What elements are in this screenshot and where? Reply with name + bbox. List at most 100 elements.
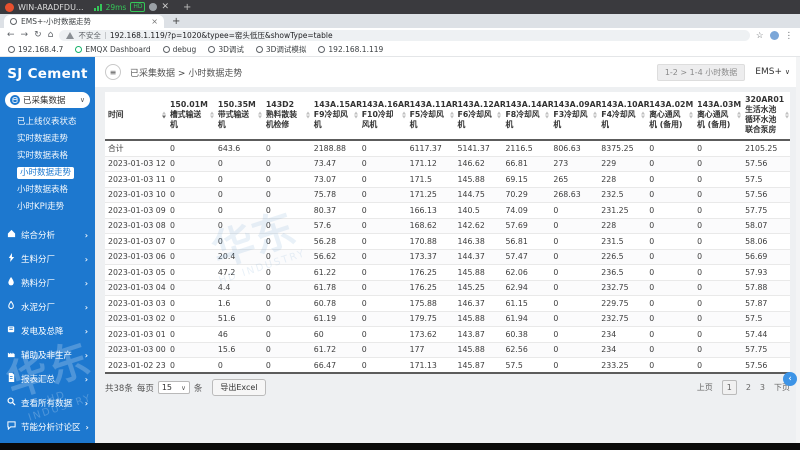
forward-icon[interactable]: → [21, 31, 29, 40]
column-header-label: 150.01M 槽式输送机 [170, 100, 208, 130]
bookmark-star-icon[interactable]: ☆ [756, 31, 764, 41]
sidebar-subitem-实时数据表格[interactable]: 实时数据表格 [17, 148, 95, 165]
sort-icon[interactable] [162, 111, 166, 119]
collapse-panel-button[interactable]: ‹ [783, 372, 797, 386]
user-menu[interactable]: EMS+ ∨ [755, 67, 790, 77]
scrollbar[interactable] [796, 57, 800, 443]
sidebar-item-节能分析讨论区[interactable]: 节能分析讨论区 › [0, 415, 95, 439]
table-cell: 69.15 [502, 171, 551, 188]
sidebar-toggle-icon[interactable]: ≡ [105, 64, 121, 80]
table-row: 2023-01-03 07 0 0 0 56.28 0 170.88 146.38 56.81 0… [105, 233, 790, 250]
range-selector-chip[interactable]: 1-2 > 1-4 小时数据 [656, 63, 746, 81]
table-cell: 0 [694, 249, 743, 265]
sort-icon[interactable] [209, 111, 214, 119]
sidebar-subitem-已上线仪表状态[interactable]: 已上线仪表状态 [17, 114, 95, 131]
home-icon[interactable]: ⌂ [48, 31, 54, 40]
column-header-sort[interactable]: 320AR01 生活水池循环水池联合泵房 [742, 92, 790, 141]
bookmark-item[interactable]: 192.168.4.7 [8, 45, 63, 54]
bookmark-item[interactable]: 3D调试模拟 [255, 44, 306, 55]
sort-icon[interactable] [545, 111, 550, 119]
column-header-label: 143A.16AR F10冷却风机 [361, 100, 410, 130]
sidebar-group-collected-data[interactable]: 已采集数据 ∨ [5, 92, 90, 108]
browser-menu-icon[interactable]: ⋮ [785, 31, 794, 41]
column-header-sort[interactable]: 143A.15AR F9冷却风机 [310, 92, 362, 141]
column-header-sort[interactable]: 150.35M 带式输送机 [214, 92, 263, 141]
column-header-sort[interactable]: 143A.11AR F5冷却风机 [406, 92, 458, 141]
chevron-right-icon: › [84, 302, 88, 312]
sort-icon[interactable] [449, 111, 454, 119]
table-cell: 0 [358, 295, 407, 312]
per-page-select[interactable]: 15 ∨ [157, 381, 190, 394]
sidebar-item-报表汇总[interactable]: 报表汇总 › [0, 367, 95, 391]
browser-tab[interactable]: EMS+-小时数据走势 × [4, 15, 164, 28]
table-cell: 228 [598, 218, 647, 234]
sidebar-item-水泥分厂[interactable]: 水泥分厂 › [0, 295, 95, 319]
table-cell: 2023-01-03 02 [105, 311, 167, 327]
table-cell: 58.07 [742, 218, 790, 234]
sort-icon[interactable] [785, 111, 789, 119]
sort-icon[interactable] [401, 111, 406, 119]
column-header-sort[interactable]: 时间 [105, 92, 167, 141]
sort-icon[interactable] [305, 111, 310, 119]
column-header-sort[interactable]: 143A.10AR F4冷却风机 [598, 92, 650, 141]
table-cell: 57.44 [742, 326, 790, 343]
sidebar-item-发电及总降[interactable]: 发电及总降 › [0, 319, 95, 343]
bookmark-item[interactable]: debug [162, 45, 196, 54]
export-excel-button[interactable]: 导出Excel [212, 379, 266, 396]
water-icon [7, 300, 16, 313]
report-icon [7, 373, 16, 385]
new-session-button[interactable]: + [183, 2, 191, 13]
sidebar-item-查看所有数据[interactable]: 查看所有数据 › [0, 391, 95, 415]
profile-avatar[interactable] [769, 31, 779, 40]
reload-icon[interactable]: ↻ [34, 31, 42, 40]
tab-close-icon[interactable]: × [151, 17, 158, 26]
column-header-sort[interactable]: 150.01M 槽式输送机 [167, 92, 215, 141]
column-header-sort[interactable]: 143A.12AR F6冷却风机 [454, 92, 506, 141]
sidebar-subitem-小时数据表格[interactable]: 小时数据表格 [17, 182, 95, 199]
app-viewport: SJ Cement 已采集数据 ∨ 已上线仪表状态 实时数据走势 实时数据表格 小时数… [0, 57, 800, 443]
sort-icon[interactable] [353, 111, 358, 119]
table-cell: 0 [646, 264, 695, 281]
sidebar-item-生料分厂[interactable]: 生料分厂 › [0, 247, 95, 271]
sidebar-item-熟料分厂[interactable]: 熟料分厂 › [0, 271, 95, 295]
sort-icon[interactable] [689, 111, 694, 119]
sort-icon[interactable] [497, 111, 502, 119]
sort-icon[interactable] [257, 111, 262, 119]
table-row-total: 合计 0 643.6 0 2188.88 0 6117.37 5141.37 2116.5 806… [105, 139, 790, 157]
table-cell: 57.6 [310, 218, 359, 234]
back-icon[interactable]: ← [7, 31, 15, 40]
column-header-sort[interactable]: 143D2 熟料散装机检修 [262, 92, 311, 141]
column-header-sort[interactable]: 143A.09AR F3冷却风机 [550, 92, 602, 141]
table-cell: 62.06 [502, 264, 551, 281]
bookmark-item[interactable]: 3D调试 [208, 44, 244, 55]
page-button-3[interactable]: 3 [760, 383, 765, 392]
bookmark-item[interactable]: 192.168.1.119 [318, 45, 383, 54]
column-header-sort[interactable]: 143A.14AR F8冷却风机 [502, 92, 554, 141]
sidebar-subitem-实时数据走势[interactable]: 实时数据走势 [17, 131, 95, 148]
column-header-sort[interactable]: 143A.03M 离心通风机 (备用) [694, 92, 743, 141]
page-button-1[interactable]: 1 [721, 380, 737, 395]
column-header-sort[interactable]: 143A.02M 离心通风机 (备用) [646, 92, 695, 141]
address-bar[interactable]: 不安全 192.168.1.119/?p=1020&typee=窑头低压&sho… [59, 30, 750, 41]
table-cell: 268.63 [550, 187, 599, 203]
sidebar-item-辅助及非生产[interactable]: 辅助及非生产 › [0, 343, 95, 367]
table-row: 2023-01-03 08 0 0 0 57.6 0 168.62 142.62 57.69 0 2… [105, 218, 790, 234]
sidebar-item-综合分析[interactable]: 综合分析 › [0, 223, 95, 247]
chevron-right-icon: › [84, 398, 88, 408]
sort-icon[interactable] [641, 111, 646, 119]
page-button-2[interactable]: 2 [746, 383, 751, 392]
sort-icon[interactable] [593, 111, 598, 119]
table-cell: 0 [262, 342, 311, 358]
bookmark-item[interactable]: EMQX Dashboard [75, 45, 151, 54]
sort-icon[interactable] [737, 111, 742, 119]
sidebar-subitem-小时KPI走势[interactable]: 小时KPI走势 [17, 199, 95, 216]
new-tab-button[interactable]: + [172, 16, 180, 28]
prev-page-button[interactable]: 上页 [697, 382, 713, 393]
column-header-sort[interactable]: 143A.16AR F10冷却风机 [358, 92, 410, 141]
close-session-icon[interactable]: ✕ [161, 2, 169, 12]
table-cell: 57.56 [742, 187, 790, 203]
table-cell: 0 [694, 311, 743, 327]
session-avatar-icon [149, 3, 158, 11]
droplet-icon [7, 277, 16, 289]
sidebar-subitem-小时数据走势[interactable]: 小时数据走势 [17, 165, 95, 182]
